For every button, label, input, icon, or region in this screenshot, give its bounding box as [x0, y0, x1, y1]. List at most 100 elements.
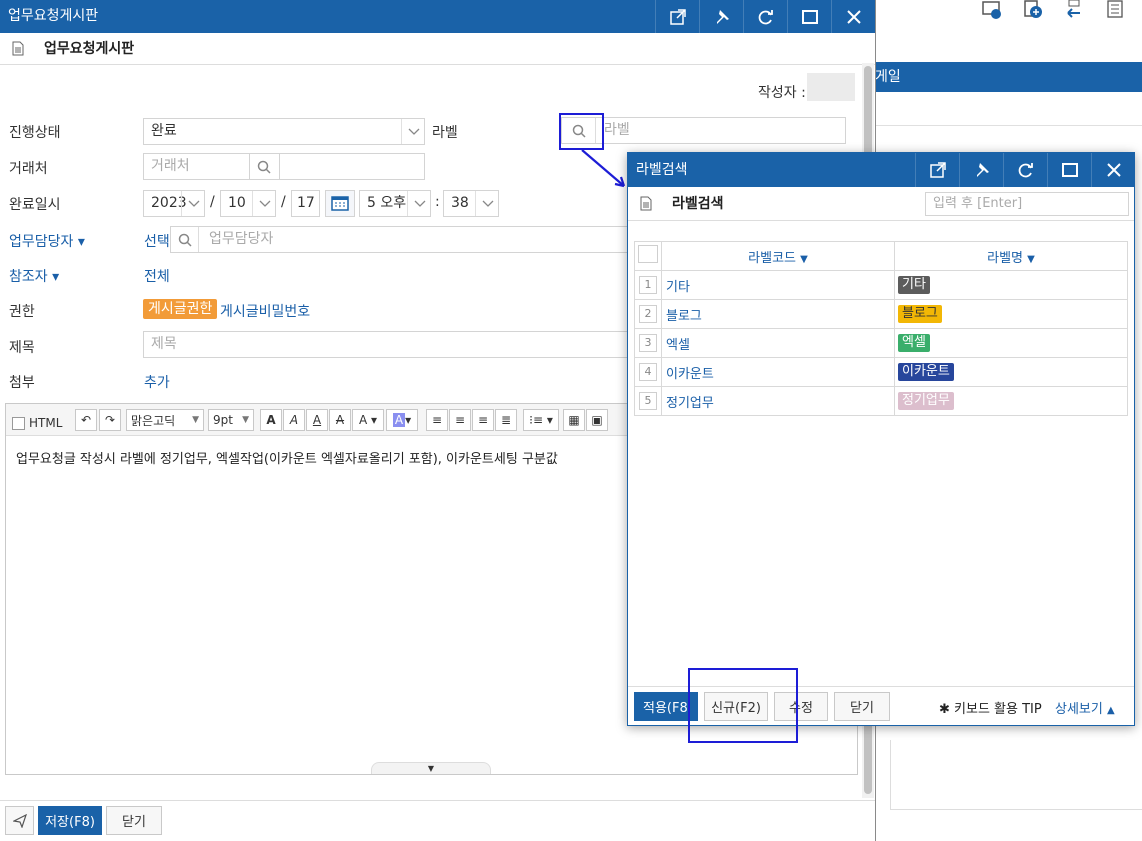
- name-column-header[interactable]: 라벨명 ▼: [894, 241, 1128, 271]
- popup-close-button[interactable]: 닫기: [834, 692, 890, 721]
- image-icon[interactable]: ▣: [586, 409, 608, 431]
- tip-detail-text: 상세보기: [1055, 702, 1103, 717]
- underline-icon[interactable]: A: [306, 409, 328, 431]
- tip-detail-link[interactable]: 상세보기 ▲: [1055, 698, 1115, 717]
- day-field[interactable]: 17: [291, 190, 320, 217]
- font-color-icon[interactable]: A ▾: [352, 409, 384, 431]
- align-justify-icon[interactable]: ≣: [495, 409, 517, 431]
- divider: [401, 119, 402, 144]
- label-code-link[interactable]: 기타: [661, 270, 895, 300]
- close-icon[interactable]: [1091, 153, 1135, 187]
- participants-label[interactable]: 참조자 ▾: [9, 266, 59, 286]
- maximize-icon[interactable]: [1047, 153, 1091, 187]
- refresh-icon[interactable]: [1003, 153, 1047, 187]
- highlight-box: [688, 668, 798, 743]
- table-row[interactable]: 5 정기업무 정기업무: [634, 386, 1128, 416]
- popout-icon[interactable]: [915, 153, 959, 187]
- size-select[interactable]: 9pt ▼: [208, 409, 254, 431]
- attach-add-link[interactable]: 추가: [144, 372, 170, 392]
- keyboard-tip: ✱ 키보드 활용 TIP: [939, 698, 1042, 717]
- minute-select[interactable]: 38: [443, 190, 499, 217]
- status-select[interactable]: 완료: [143, 118, 425, 145]
- search-icon[interactable]: [171, 227, 199, 252]
- popup-titlebar: 라벨검색: [628, 153, 1134, 187]
- redo-icon[interactable]: ↷: [99, 409, 121, 431]
- size-value: 9pt: [213, 413, 233, 427]
- done-date-label: 완료일시: [9, 197, 61, 213]
- font-select[interactable]: 맑은고딕 ▼: [126, 409, 204, 431]
- html-checkbox[interactable]: [12, 417, 25, 430]
- assignee-label[interactable]: 업무담당자 ▾: [9, 231, 85, 251]
- align-right-icon[interactable]: ≡: [472, 409, 494, 431]
- label-tag: 기타: [898, 276, 930, 294]
- assignee-select-link[interactable]: 선택: [144, 231, 170, 251]
- table-row[interactable]: 2 블로그 블로그: [634, 299, 1128, 329]
- label-code-link[interactable]: 정기업무: [661, 386, 895, 416]
- participants-value[interactable]: 전체: [144, 266, 170, 286]
- table-icon[interactable]: ▦: [563, 409, 585, 431]
- assignee-field[interactable]: 업무담당자: [170, 226, 630, 253]
- strike-icon[interactable]: A: [329, 409, 351, 431]
- back-arrow-icon[interactable]: [1065, 0, 1085, 20]
- client-name-field[interactable]: [279, 153, 425, 180]
- table-row[interactable]: 4 이카운트 이카운트: [634, 357, 1128, 387]
- subject-field[interactable]: 제목: [143, 331, 633, 358]
- close-button[interactable]: 닫기: [106, 806, 162, 835]
- refresh-icon[interactable]: [743, 0, 787, 33]
- subject-placeholder: 제목: [151, 336, 177, 352]
- label-code-link[interactable]: 엑셀: [661, 328, 895, 358]
- add-page-icon[interactable]: [1023, 0, 1043, 20]
- table-row[interactable]: 3 엑셀 엑셀: [634, 328, 1128, 358]
- chevron-down-icon: [408, 128, 420, 136]
- undo-icon[interactable]: ↶: [75, 409, 97, 431]
- bold-icon[interactable]: A: [260, 409, 282, 431]
- monitor-icon[interactable]: [981, 0, 1001, 20]
- popup-search-input[interactable]: 입력 후 [Enter]: [925, 192, 1129, 216]
- client-field[interactable]: 거래처: [143, 153, 250, 180]
- popout-icon[interactable]: [655, 0, 699, 33]
- editor-content[interactable]: 업무요청글 작성시 라벨에 정기업무, 엑셀작업(이카운트 엑셀자료올리기 포함…: [16, 448, 558, 467]
- list-icon[interactable]: ⁝≡ ▾: [523, 409, 559, 431]
- resize-handle[interactable]: ▼: [371, 762, 491, 774]
- divider: [252, 191, 253, 216]
- select-all-checkbox[interactable]: [638, 245, 658, 263]
- select-all-cell[interactable]: [634, 241, 662, 271]
- code-column-header[interactable]: 라벨코드 ▼: [661, 241, 895, 271]
- client-search-icon[interactable]: [249, 153, 280, 180]
- label-placeholder: 라벨: [604, 122, 630, 138]
- hour-select[interactable]: 5 오후: [359, 190, 431, 217]
- save-button[interactable]: 저장(F8): [38, 806, 102, 835]
- caret-up-icon: ▲: [1106, 705, 1115, 716]
- password-link[interactable]: 게시글비밀번호: [220, 301, 310, 321]
- label-tag: 이카운트: [898, 363, 954, 381]
- document-icon: [640, 196, 652, 211]
- year-select[interactable]: 2023: [143, 190, 205, 217]
- bg-color-icon[interactable]: A ▾: [386, 409, 418, 431]
- row-number-cell: 1: [634, 270, 662, 300]
- italic-icon[interactable]: A: [283, 409, 305, 431]
- close-icon[interactable]: [831, 0, 875, 33]
- align-center-icon[interactable]: ≡: [449, 409, 471, 431]
- row-number-cell: 3: [634, 328, 662, 358]
- list-icon[interactable]: [1105, 0, 1125, 20]
- label-name-cell: 정기업무: [894, 386, 1128, 416]
- calendar-icon[interactable]: [325, 190, 355, 217]
- label-table: 라벨코드 ▼ 라벨명 ▼ 1 기타 기타 2 블로그 블로그 3 엑셀 엑셀 4…: [634, 241, 1128, 416]
- hour-value: 5 오후: [367, 195, 407, 211]
- permission-tag[interactable]: 게시글권한: [143, 299, 218, 319]
- month-select[interactable]: 10: [220, 190, 276, 217]
- send-icon[interactable]: [5, 806, 34, 835]
- label-code-link[interactable]: 이카운트: [661, 357, 895, 387]
- label-name-cell: 엑셀: [894, 328, 1128, 358]
- main-titlebar: 업무요청게시판: [0, 0, 875, 33]
- maximize-icon[interactable]: [787, 0, 831, 33]
- chevron-down-icon: [414, 200, 426, 208]
- pin-icon[interactable]: [959, 153, 1003, 187]
- html-label: HTML: [29, 416, 63, 430]
- label-name-cell: 이카운트: [894, 357, 1128, 387]
- align-left-icon[interactable]: ≡: [426, 409, 448, 431]
- table-row[interactable]: 1 기타 기타: [634, 270, 1128, 300]
- pin-icon[interactable]: [699, 0, 743, 33]
- label-code-link[interactable]: 블로그: [661, 299, 895, 329]
- client-placeholder: 거래처: [151, 158, 190, 174]
